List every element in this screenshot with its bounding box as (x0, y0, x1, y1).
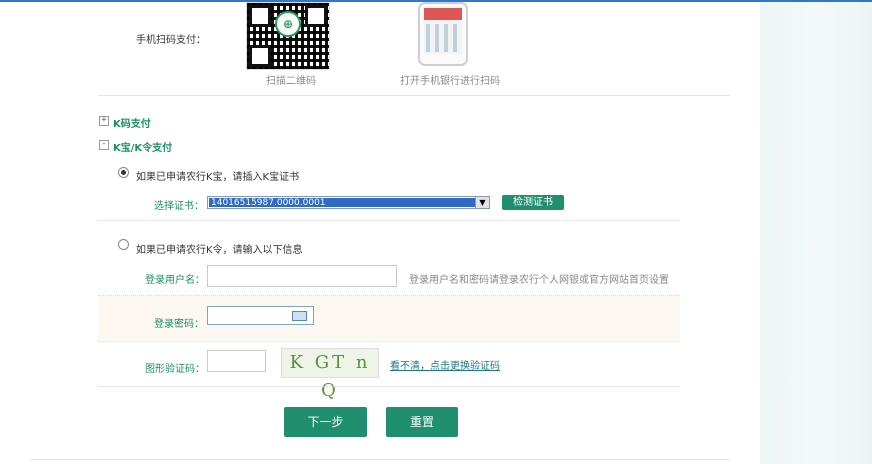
soft-keyboard-icon[interactable] (292, 311, 307, 321)
row-divider (98, 386, 680, 387)
username-input[interactable] (207, 265, 397, 287)
phone-caption: 打开手机银行进行扫码 (400, 76, 500, 87)
row-divider (98, 295, 680, 296)
phone-app-icon (418, 2, 468, 66)
captcha-input[interactable] (207, 350, 266, 372)
cert-select-value: 14016515987.0000.0001 (209, 198, 475, 208)
username-hint: 登录用户名和密码请登录农行个人网银或官方网站首页设置 (409, 275, 669, 286)
qr-code-icon: ⊕ (246, 2, 330, 70)
row-divider (98, 220, 680, 221)
section-divider (98, 95, 730, 96)
refresh-captcha-link[interactable]: 看不清，点击更换验证码 (390, 357, 500, 372)
abc-logo-icon: ⊕ (275, 11, 301, 37)
cert-label: 选择证书： (154, 201, 204, 212)
expand-icon[interactable]: + (99, 116, 109, 126)
captcha-label: 图形验证码： (145, 364, 205, 375)
collapse-icon[interactable]: - (99, 140, 109, 150)
right-side-panel (760, 2, 872, 464)
kling-option-label: 如果已申请农行K令，请输入以下信息 (136, 245, 303, 256)
cert-select[interactable]: 14016515987.0000.0001 ▼ (207, 196, 490, 209)
reset-button[interactable]: 重置 (386, 407, 458, 437)
kcode-section-title[interactable]: K码支付 (113, 115, 151, 130)
password-label: 登录密码： (154, 319, 204, 330)
mobile-pay-label: 手机扫码支付： (136, 35, 206, 46)
qr-caption: 扫描二维码 (266, 76, 316, 87)
kbao-radio[interactable] (118, 167, 129, 178)
next-button[interactable]: 下一步 (284, 407, 367, 437)
detect-cert-button[interactable]: 检测证书 (502, 195, 564, 210)
kbao-option-label: 如果已申请农行K宝，请插入K宝证书 (136, 172, 300, 183)
chevron-down-icon[interactable]: ▼ (475, 197, 489, 208)
row-divider (98, 341, 680, 342)
bottom-divider (30, 459, 730, 460)
password-input[interactable] (207, 306, 314, 325)
kling-radio[interactable] (118, 239, 129, 250)
username-label: 登录用户名： (145, 275, 205, 286)
kbao-section-title[interactable]: K宝/K令支付 (113, 139, 172, 154)
captcha-image[interactable]: K GT n Q (281, 348, 379, 401)
